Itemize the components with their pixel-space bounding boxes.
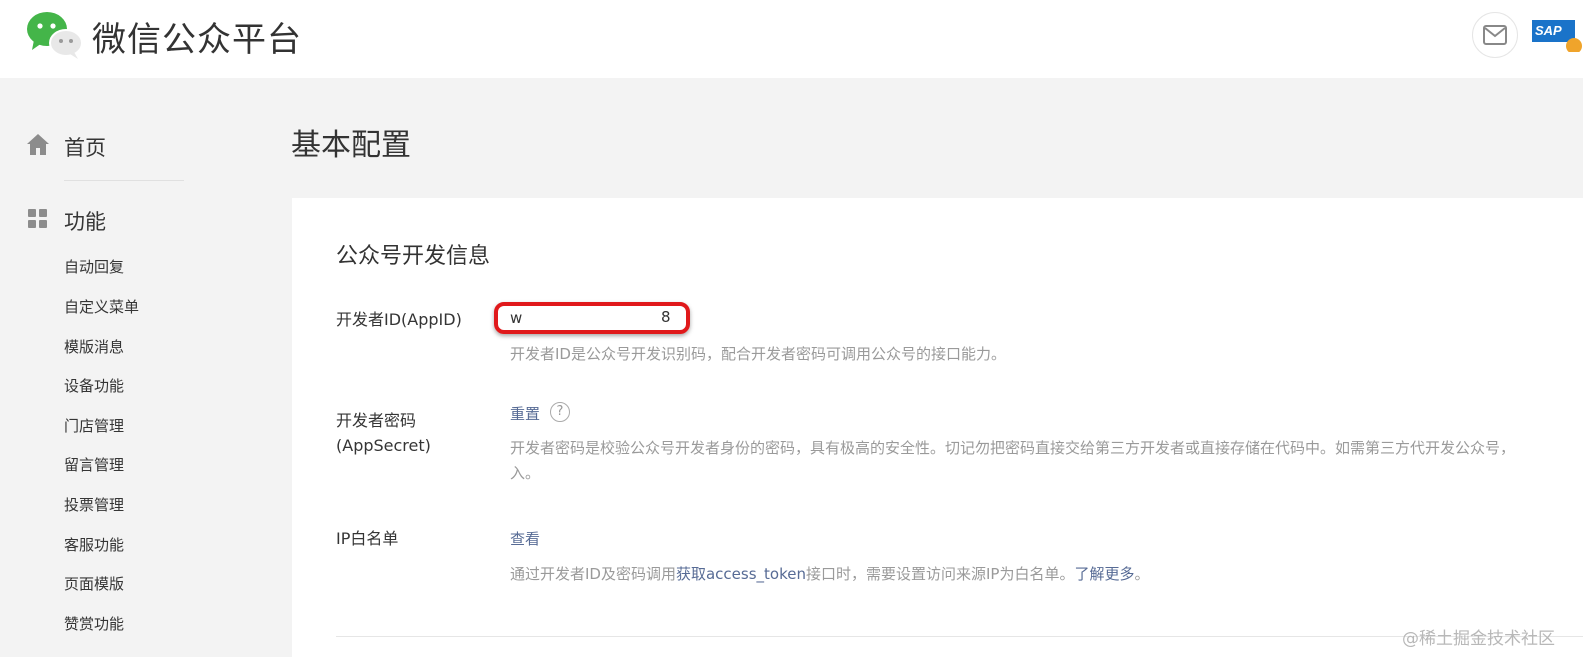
appid-value-end[interactable]: 8 (661, 308, 671, 326)
wechat-logo-icon (27, 12, 83, 59)
secret-label-line1: 开发者密码 (336, 411, 417, 430)
ip-whitelist-label: IP白名单 (336, 529, 399, 548)
secret-label-line2: (AppSecret) (336, 436, 431, 455)
sidebar-divider (64, 180, 184, 181)
appid-description: 开发者ID是公众号开发识别码，配合开发者密码可调用公众号的接口能力。 (510, 345, 1006, 363)
appid-value-start[interactable]: w (510, 309, 522, 327)
sidebar-item-device[interactable]: 设备功能 (64, 375, 124, 396)
ip-whitelist-description: 通过开发者ID及密码调用获取access_token接口时，需要设置访问来源IP… (510, 562, 1150, 587)
watermark: @稀土掘金技术社区 (1402, 629, 1555, 649)
help-icon[interactable]: ? (550, 402, 570, 422)
sidebar-item-custom-menu[interactable]: 自定义菜单 (64, 296, 139, 317)
sidebar-item-customer-service[interactable]: 客服功能 (64, 534, 124, 555)
sidebar-item-reward[interactable]: 赞赏功能 (64, 613, 124, 634)
appid-highlight: w 8 (494, 302, 690, 334)
sidebar-item-home[interactable]: 首页 (26, 132, 226, 160)
secret-description-line2: 入。 (510, 464, 541, 482)
top-bar: 微信公众平台 SAP (0, 0, 1583, 78)
avatar[interactable]: SAP (1532, 18, 1583, 52)
sidebar-function-label: 功能 (64, 210, 106, 234)
avatar-badge (1566, 38, 1582, 52)
sidebar-item-vote[interactable]: 投票管理 (64, 494, 124, 515)
sidebar-home-label: 首页 (64, 136, 106, 160)
home-icon (27, 134, 49, 155)
view-whitelist-link[interactable]: 查看 (510, 528, 540, 549)
sidebar-item-template-message[interactable]: 模版消息 (64, 336, 124, 357)
brand-title[interactable]: 微信公众平台 (92, 12, 302, 61)
section-divider (336, 636, 1583, 637)
ip-desc-middle: 接口时，需要设置访问来源IP为白名单。 (805, 565, 1075, 583)
learn-more-link[interactable]: 了解更多 (1074, 565, 1134, 583)
secret-description-line1: 开发者密码是校验公众号开发者身份的密码，具有极高的安全性。切记勿把密码直接交给第… (510, 439, 1516, 457)
ip-desc-prefix: 通过开发者ID及密码调用 (510, 565, 676, 583)
access-token-link[interactable]: 获取access_token (676, 565, 806, 583)
grid-icon (28, 209, 47, 228)
sidebar-item-store[interactable]: 门店管理 (64, 415, 124, 436)
sidebar-item-comments[interactable]: 留言管理 (64, 454, 124, 475)
mail-button[interactable] (1472, 12, 1518, 58)
sidebar-item-page-template[interactable]: 页面模版 (64, 573, 124, 594)
main-panel: 公众号开发信息 开发者ID(AppID) w 8 开发者ID是公众号开发识别码，… (292, 198, 1583, 657)
sidebar-item-function[interactable]: 功能 (26, 206, 226, 234)
mail-icon (1483, 25, 1507, 45)
ip-desc-suffix: 。 (1134, 565, 1150, 583)
sidebar-item-auto-reply[interactable]: 自动回复 (64, 256, 124, 277)
section-title: 公众号开发信息 (336, 244, 491, 269)
page-title: 基本配置 (291, 128, 411, 163)
reset-link[interactable]: 重置 (510, 403, 540, 424)
appid-label: 开发者ID(AppID) (336, 310, 462, 329)
